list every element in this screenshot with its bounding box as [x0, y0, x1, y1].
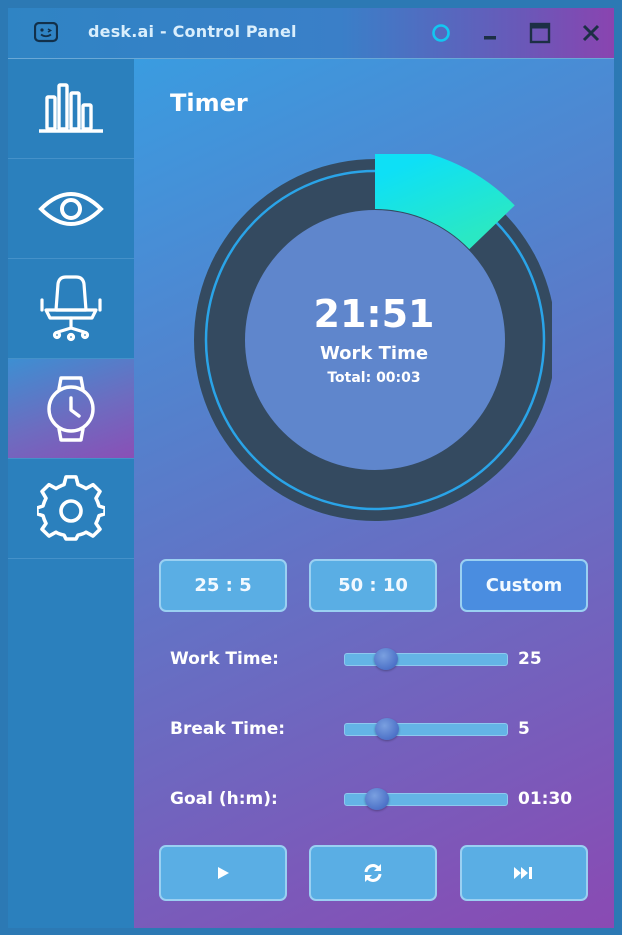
sidebar-item-eye-care[interactable]	[8, 159, 134, 259]
eye-icon	[38, 191, 104, 226]
work-time-label: Work Time:	[170, 649, 279, 669]
close-icon	[582, 24, 600, 42]
sidebar-item-posture[interactable]	[8, 259, 134, 359]
smartwatch-clock-icon	[47, 375, 95, 442]
play-button[interactable]	[159, 845, 287, 901]
work-time-setting: Work Time: 25	[170, 645, 600, 675]
preset-50-10-button[interactable]: 50 : 10	[309, 559, 437, 612]
circle-icon	[432, 24, 450, 42]
maximize-button[interactable]	[525, 18, 555, 48]
window-title: desk.ai - Control Panel	[88, 22, 297, 41]
sidebar-item-statistics[interactable]	[8, 59, 134, 159]
timer-mode-label: Work Time	[319, 343, 429, 364]
break-time-value: 5	[518, 719, 530, 739]
goal-label: Goal (h:m):	[170, 789, 278, 809]
work-time-slider[interactable]	[344, 648, 508, 670]
main-panel: Timer 21:51 Work Time Total: 00:03 25: …	[134, 59, 614, 928]
close-button[interactable]	[576, 18, 606, 48]
goal-value: 01:30	[518, 789, 573, 809]
preset-custom-button[interactable]: Custom	[460, 559, 588, 612]
skip-forward-icon	[514, 867, 532, 879]
goal-slider[interactable]	[344, 788, 508, 810]
timer-countdown: 21:51	[313, 292, 435, 336]
title-bar[interactable]: desk.ai - Control Panel	[8, 8, 614, 59]
timer-total: Total: 00:03	[327, 370, 421, 386]
page-title: Timer	[170, 89, 248, 117]
minimize-button[interactable]	[475, 18, 505, 48]
status-circle-button[interactable]	[426, 18, 456, 48]
sidebar-item-timer[interactable]	[8, 359, 134, 459]
goal-setting: Goal (h:m): 01:30	[170, 785, 600, 815]
refresh-icon	[364, 864, 382, 882]
reset-button[interactable]	[309, 845, 437, 901]
gear-icon	[37, 474, 105, 541]
minimize-icon	[484, 36, 496, 40]
preset-25-5-button[interactable]: 25 : 5	[159, 559, 287, 612]
break-time-setting: Break Time: 5	[170, 715, 600, 745]
app-window: desk.ai - Control Panel Timer 21:51 Work…	[0, 0, 622, 935]
play-icon	[218, 867, 229, 879]
goal-slider-thumb[interactable]	[365, 788, 390, 810]
maximize-icon	[529, 22, 551, 44]
sidebar-item-settings[interactable]	[8, 459, 134, 559]
skip-button[interactable]	[460, 845, 588, 901]
timer-center	[245, 210, 505, 470]
break-time-slider-thumb[interactable]	[375, 718, 400, 740]
sidebar	[8, 59, 134, 928]
break-time-label: Break Time:	[170, 719, 286, 739]
work-time-slider-thumb[interactable]	[373, 648, 398, 670]
work-time-value: 25	[518, 649, 542, 669]
break-time-slider[interactable]	[344, 718, 508, 740]
office-chair-icon	[40, 274, 102, 341]
timer-ring	[191, 154, 552, 524]
app-logo-icon	[34, 22, 58, 43]
bar-chart-icon	[39, 82, 103, 133]
